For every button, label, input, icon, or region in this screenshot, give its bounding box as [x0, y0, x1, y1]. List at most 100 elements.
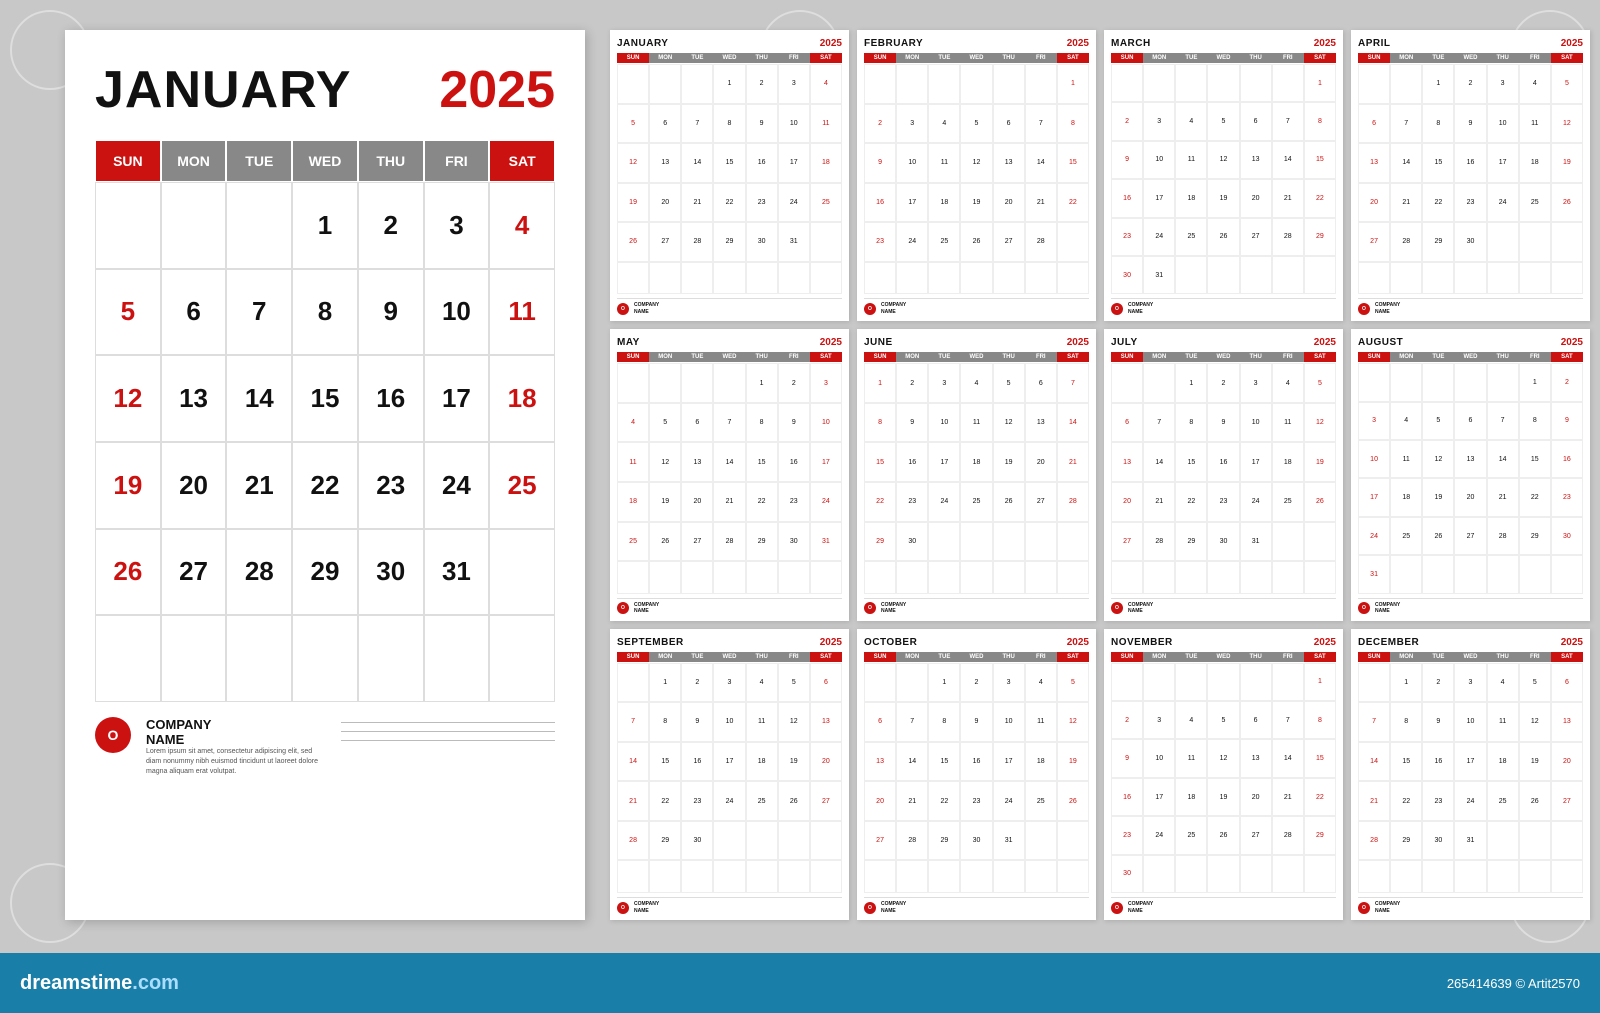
small-day-hdr: THU [1240, 352, 1272, 362]
large-cal-cell: 8 [292, 269, 358, 356]
sc-cell: 5 [993, 363, 1025, 403]
small-cal-july: JULY2025SUNMONTUEWEDTHUFRISAT12345678910… [1104, 329, 1343, 620]
sc-cell: 4 [928, 104, 960, 144]
sc-cell: 25 [1519, 183, 1551, 223]
sc-logo: O [1111, 602, 1123, 614]
sc-cell: 10 [1487, 104, 1519, 144]
small-day-hdr: MON [1143, 652, 1175, 662]
small-year-3: 2025 [1561, 38, 1583, 49]
sc-cell [1454, 262, 1486, 295]
sc-cell: 2 [1551, 363, 1583, 401]
sc-cell: 10 [1358, 440, 1390, 478]
sc-cell [1454, 555, 1486, 593]
sc-cell: 20 [1025, 442, 1057, 482]
small-year-11: 2025 [1561, 637, 1583, 648]
sc-cell: 21 [1025, 183, 1057, 223]
small-day-hdr: TUE [681, 652, 713, 662]
sc-cell: 5 [1207, 102, 1239, 140]
sc-cell: 2 [1207, 363, 1239, 403]
sc-cell: 19 [1519, 742, 1551, 782]
sc-company: COMPANYNAME [881, 302, 906, 315]
sc-cell: 5 [1304, 363, 1336, 403]
sc-cell [928, 262, 960, 295]
small-day-hdr: SUN [1358, 53, 1390, 63]
small-day-hdr: THU [1240, 53, 1272, 63]
sc-cell [810, 262, 842, 295]
sc-cell: 18 [617, 482, 649, 522]
sc-cell: 19 [960, 183, 992, 223]
small-month-0: JANUARY [617, 38, 668, 49]
sc-cell [746, 561, 778, 594]
sc-cell [649, 363, 681, 403]
sc-cell: 20 [1240, 179, 1272, 217]
sc-cell [1175, 561, 1207, 594]
sc-cell: 23 [1454, 183, 1486, 223]
sc-cell: 19 [778, 742, 810, 782]
small-day-hdr: FRI [1519, 352, 1551, 362]
sc-cell: 3 [1487, 64, 1519, 104]
sc-cell: 18 [1519, 143, 1551, 183]
sc-cell: 21 [1272, 778, 1304, 816]
sc-cell: 6 [649, 104, 681, 144]
small-cal-february: FEBRUARY2025SUNMONTUEWEDTHUFRISAT1234567… [857, 30, 1096, 321]
day-header-thu: THU [358, 140, 424, 182]
sc-cell: 16 [681, 742, 713, 782]
sc-cell [993, 522, 1025, 562]
sc-cell [1111, 363, 1143, 403]
sc-company: COMPANYNAME [881, 602, 906, 615]
sc-cell: 12 [1422, 440, 1454, 478]
small-day-hdr: FRI [1519, 53, 1551, 63]
sc-cell: 26 [778, 781, 810, 821]
sc-cell: 29 [864, 522, 896, 562]
sc-cell: 3 [993, 663, 1025, 703]
small-day-hdr: FRI [1272, 352, 1304, 362]
sc-cell: 1 [1175, 363, 1207, 403]
sc-cell: 28 [1143, 522, 1175, 562]
large-cal-cell: 23 [358, 442, 424, 529]
sc-cell: 26 [1519, 781, 1551, 821]
sc-cell: 12 [1304, 403, 1336, 443]
small-day-hdr: TUE [928, 352, 960, 362]
sc-cell [1487, 222, 1519, 262]
sc-cell: 15 [1519, 440, 1551, 478]
small-cal-november: NOVEMBER2025SUNMONTUEWEDTHUFRISAT1234567… [1104, 629, 1343, 920]
small-day-hdr: TUE [1422, 53, 1454, 63]
large-cal-cell: 27 [161, 529, 227, 616]
large-cal-cell: 2 [358, 182, 424, 269]
sc-cell: 13 [1240, 739, 1272, 777]
large-cal-cell: 20 [161, 442, 227, 529]
sc-company: COMPANYNAME [1375, 602, 1400, 615]
small-day-hdr: THU [746, 352, 778, 362]
sc-cell [746, 262, 778, 295]
sc-cell [1304, 561, 1336, 594]
sc-cell [928, 561, 960, 594]
sc-cell: 4 [1487, 663, 1519, 703]
sc-cell [713, 860, 745, 893]
sc-cell: 5 [617, 104, 649, 144]
sc-cell: 19 [1057, 742, 1089, 782]
small-day-hdr: SAT [1057, 53, 1089, 63]
sc-cell: 14 [1390, 143, 1422, 183]
small-calendars-grid: JANUARY2025SUNMONTUEWEDTHUFRISAT12345678… [610, 30, 1590, 920]
sc-cell: 3 [1143, 102, 1175, 140]
small-day-hdr: THU [1487, 652, 1519, 662]
sc-cell: 17 [896, 183, 928, 223]
small-day-hdr: SAT [1551, 652, 1583, 662]
large-january-calendar: JANUARY 2025 SUN MON TUE WED THU FRI SAT… [65, 30, 585, 920]
large-cal-cell [292, 615, 358, 702]
sc-cell [928, 64, 960, 104]
small-day-hdr: WED [713, 352, 745, 362]
sc-cell: 11 [617, 442, 649, 482]
small-day-hdr: FRI [1272, 652, 1304, 662]
sc-cell [1057, 262, 1089, 295]
small-cal-footer: OCOMPANYNAME [1111, 598, 1336, 615]
sc-cell [778, 262, 810, 295]
small-year-5: 2025 [1067, 337, 1089, 348]
sc-cell [1304, 855, 1336, 893]
sc-cell: 30 [681, 821, 713, 861]
small-day-hdr: SAT [1057, 652, 1089, 662]
large-cal-cell: 7 [226, 269, 292, 356]
small-day-hdr: SUN [864, 652, 896, 662]
sc-cell [1551, 821, 1583, 861]
sc-cell: 24 [810, 482, 842, 522]
